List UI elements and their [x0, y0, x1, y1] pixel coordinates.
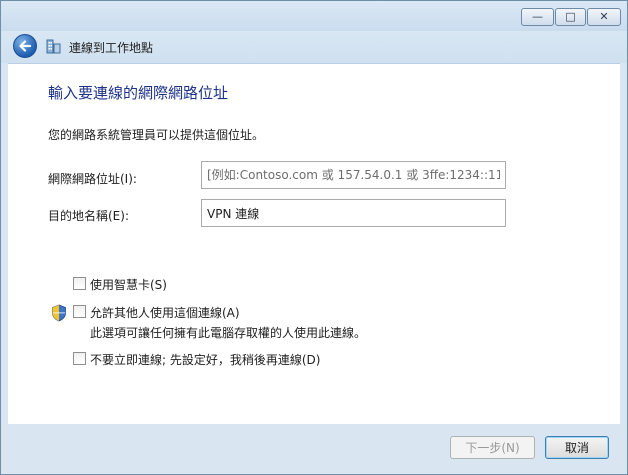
content-panel: 輸入要連線的網際網路位址 您的網路系統管理員可以提供這個位址。 網際網路位址(I…: [8, 63, 620, 424]
maximize-button[interactable]: □: [555, 8, 586, 26]
dont-connect-checkbox[interactable]: [73, 352, 86, 365]
uac-shield-icon: [52, 304, 66, 322]
address-input[interactable]: [201, 161, 506, 189]
wizard-title: 連線到工作地點: [69, 41, 154, 55]
smartcard-label: 使用智慧卡(S): [90, 278, 167, 292]
page-description: 您的網路系統管理員可以提供這個位址。: [48, 128, 265, 142]
destination-label: 目的地名稱(E):: [48, 209, 129, 223]
back-button[interactable]: [13, 34, 37, 58]
page-heading: 輸入要連線的網際網路位址: [48, 84, 229, 102]
maximize-icon: □: [565, 10, 576, 23]
network-building-icon: [46, 39, 61, 54]
title-bar: — □ ✕: [1, 1, 627, 31]
smartcard-checkbox[interactable]: [73, 277, 86, 290]
destination-input[interactable]: [201, 199, 506, 227]
minimize-button[interactable]: —: [521, 8, 554, 26]
allow-others-label: 允許其他人使用這個連線(A): [90, 306, 240, 320]
dialog-window: — □ ✕ 連線到工作地點 輸入要連線的網際網路位址 您的網路系統管理員可以提供…: [0, 0, 628, 475]
minimize-icon: —: [532, 10, 543, 23]
allow-others-checkbox[interactable]: [73, 305, 86, 318]
cancel-button[interactable]: 取消: [545, 436, 609, 459]
close-icon: ✕: [599, 10, 609, 23]
dont-connect-label: 不要立即連線; 先設定好，我稍後再連線(D): [90, 353, 321, 367]
next-button[interactable]: 下一步(N): [450, 436, 535, 459]
allow-others-note: 此選項可讓任何擁有此電腦存取權的人使用此連線。: [90, 326, 367, 340]
close-button[interactable]: ✕: [587, 8, 621, 26]
back-arrow-icon: [19, 40, 32, 52]
address-label: 網際網路位址(I):: [48, 172, 137, 186]
